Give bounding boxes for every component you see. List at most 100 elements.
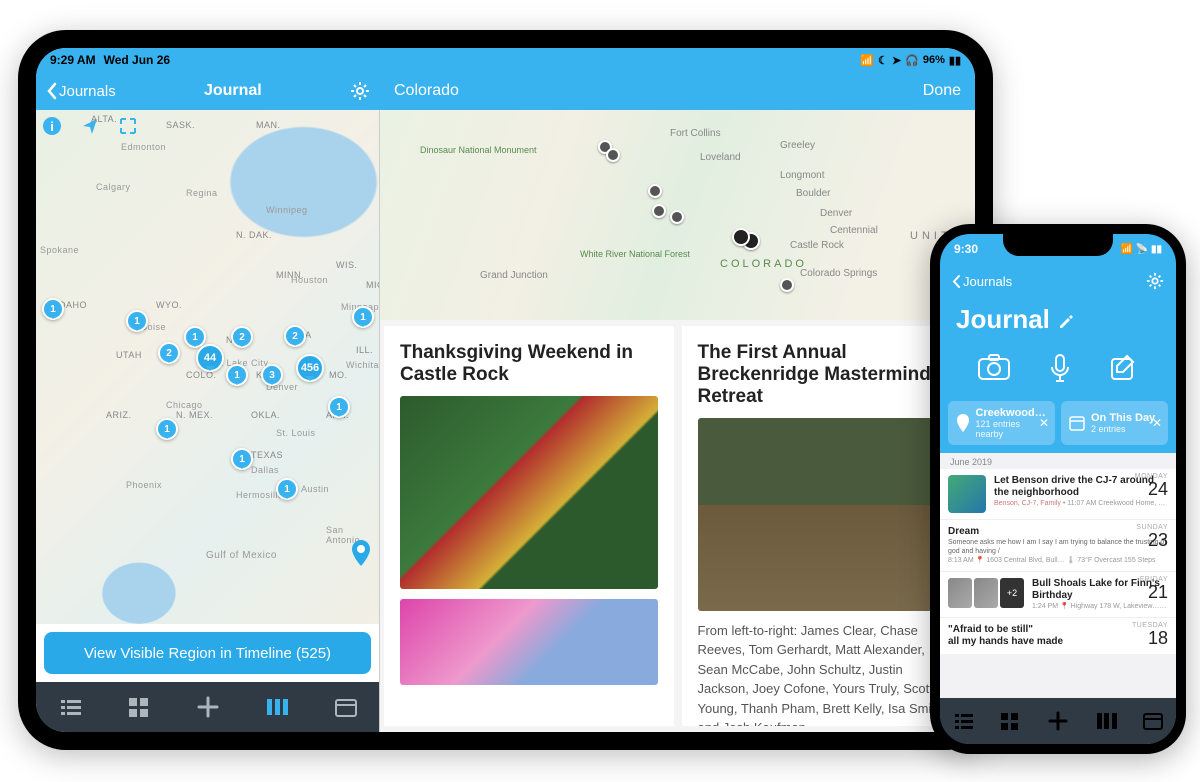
on-this-day-chip[interactable]: On This Day2 entries ✕	[1061, 401, 1168, 445]
ipad-screen: 9:29 AM Wed Jun 26 📶 ☾ ➤ 🎧 96% ▮▮ Journa…	[36, 48, 975, 732]
list-icon[interactable]	[59, 697, 83, 717]
map-pin[interactable]: 1	[42, 298, 64, 320]
camera-icon[interactable]	[977, 353, 1011, 381]
moon-icon: ☾	[878, 54, 888, 67]
entry-body: From left-to-right: James Clear, Chase R…	[698, 621, 956, 726]
list-item[interactable]: Dream Someone asks me how I am I say I a…	[940, 520, 1176, 572]
map-dot[interactable]	[670, 210, 684, 224]
entry-daybox: MONDAY 24	[1135, 473, 1168, 498]
map-label: MICH.	[366, 280, 379, 290]
place-label: Denver	[820, 208, 852, 219]
expand-icon[interactable]	[118, 116, 138, 136]
back-button[interactable]: Journals	[46, 82, 116, 100]
nearby-chip[interactable]: Creekwood…121 entries nearby ✕	[948, 401, 1055, 445]
view-region-button[interactable]: View Visible Region in Timeline (525)	[44, 632, 371, 674]
map-label: UTAH	[116, 350, 142, 360]
map-pin[interactable]: 2	[158, 342, 180, 364]
map-city: Edmonton	[121, 142, 166, 152]
map-city: Calgary	[96, 182, 131, 192]
map-city: Wichita	[346, 360, 379, 370]
map-dot[interactable]	[780, 278, 794, 292]
map-pin[interactable]: 1	[328, 396, 350, 418]
current-location-pin-icon[interactable]	[351, 540, 371, 566]
map-pin[interactable]: 3	[261, 364, 283, 386]
calendar-icon[interactable]	[335, 697, 357, 717]
map-pin[interactable]: 44	[196, 344, 224, 372]
svg-text:i: i	[50, 119, 54, 134]
entry-photo	[400, 599, 658, 685]
list-icon[interactable]	[953, 712, 975, 730]
entry-title: Thanksgiving Weekend in Castle Rock	[400, 342, 658, 386]
map-pin[interactable]: 1	[156, 418, 178, 440]
info-icon[interactable]: i	[42, 116, 62, 136]
grid-icon[interactable]	[1000, 712, 1020, 730]
iphone-device: 9:30 📶 📡 ▮▮ Journals Journal Creekwood…1…	[930, 224, 1186, 754]
plus-icon[interactable]	[195, 694, 221, 720]
back-label: Journals	[59, 83, 116, 100]
journal-title: Journal	[956, 304, 1050, 335]
map-left[interactable]: i ALTA. SASK. MAN. N. DAK. MINN. WIS. ID…	[36, 110, 379, 624]
map-label: MAN.	[256, 120, 281, 130]
list-item[interactable]: +2 Bull Shoals Lake for Finn's Birthday …	[940, 572, 1176, 618]
place-label: Castle Rock	[790, 240, 844, 251]
day-number: 24	[1135, 480, 1168, 498]
entry-photo	[400, 396, 658, 589]
entry-card[interactable]: Thanksgiving Weekend in Castle Rock	[384, 326, 674, 726]
back-button[interactable]: Journals	[952, 274, 1012, 289]
map-pin[interactable]: 1	[231, 448, 253, 470]
columns-icon[interactable]	[1096, 712, 1118, 730]
map-city: Gulf of Mexico	[206, 550, 277, 561]
columns-icon[interactable]	[266, 697, 290, 717]
chip-sub: 121 entries nearby	[975, 419, 1047, 439]
map-pin[interactable]: 456	[296, 354, 324, 382]
entry-meta: 1:24 PM 📍 Highway 178 W, Lakeview… 🌡 90°…	[1032, 602, 1168, 611]
map-dot[interactable]	[648, 184, 662, 198]
status-bar: 9:29 AM Wed Jun 26 📶 ☾ ➤ 🎧 96% ▮▮	[36, 48, 975, 72]
grid-icon[interactable]	[128, 697, 150, 717]
map-pin[interactable]: 1	[126, 310, 148, 332]
calendar-icon[interactable]	[1143, 712, 1163, 730]
map-pin[interactable]: 1	[226, 364, 248, 386]
map-city: St. Louis	[276, 428, 316, 438]
place-label: Centennial	[830, 225, 878, 236]
more-photos: +2	[1000, 578, 1024, 608]
entry-daybox: TUESDAY 18	[1132, 622, 1168, 647]
entry-card[interactable]: The First Annual Breckenridge Mastermind…	[682, 326, 972, 726]
view-region-label: View Visible Region in Timeline (525)	[84, 645, 331, 662]
map-right[interactable]: Dinosaur National Monument White River N…	[380, 110, 975, 320]
close-icon[interactable]: ✕	[1152, 416, 1162, 430]
map-city: Austin	[301, 484, 329, 494]
nav-bar: Journals	[940, 264, 1176, 298]
mic-icon[interactable]	[1048, 353, 1072, 385]
right-pane: Dinosaur National Monument White River N…	[380, 110, 975, 732]
map-pin[interactable]: 2	[284, 325, 306, 347]
compose-icon[interactable]	[1109, 353, 1139, 383]
map-city: Spokane	[40, 245, 79, 255]
map-pin[interactable]: 1	[276, 478, 298, 500]
day-number: 21	[1140, 583, 1168, 601]
map-city: Phoenix	[126, 480, 162, 490]
map-label: OKLA.	[251, 410, 280, 420]
close-icon[interactable]: ✕	[1039, 416, 1049, 430]
done-button[interactable]: Done	[923, 82, 961, 100]
map-dot[interactable]	[606, 148, 620, 162]
gear-icon[interactable]	[1146, 272, 1164, 290]
map-dot[interactable]	[652, 204, 666, 218]
map-pin[interactable]: 2	[231, 326, 253, 348]
gear-icon[interactable]	[350, 81, 370, 101]
day-number: 23	[1136, 531, 1168, 549]
location-title: Colorado	[394, 82, 459, 100]
map-city: Regina	[186, 188, 218, 198]
map-city: Winnipeg	[266, 205, 308, 215]
map-dot[interactable]	[732, 228, 750, 246]
plus-icon[interactable]	[1046, 709, 1070, 733]
chip-sub: 2 entries	[1091, 424, 1155, 434]
edit-icon[interactable]	[1058, 312, 1074, 328]
nav-bar: Journals Journal Colorado Done	[36, 72, 975, 110]
map-pin[interactable]: 1	[352, 306, 374, 328]
entry-daybox: FRIDAY 21	[1140, 576, 1168, 601]
list-item[interactable]: "Afraid to be still" all my hands have m…	[940, 618, 1176, 654]
entry-feed[interactable]: June 2019 Let Benson drive the CJ-7 arou…	[940, 453, 1176, 698]
chevron-left-icon	[46, 82, 57, 100]
list-item[interactable]: Let Benson drive the CJ-7 around the nei…	[940, 469, 1176, 520]
